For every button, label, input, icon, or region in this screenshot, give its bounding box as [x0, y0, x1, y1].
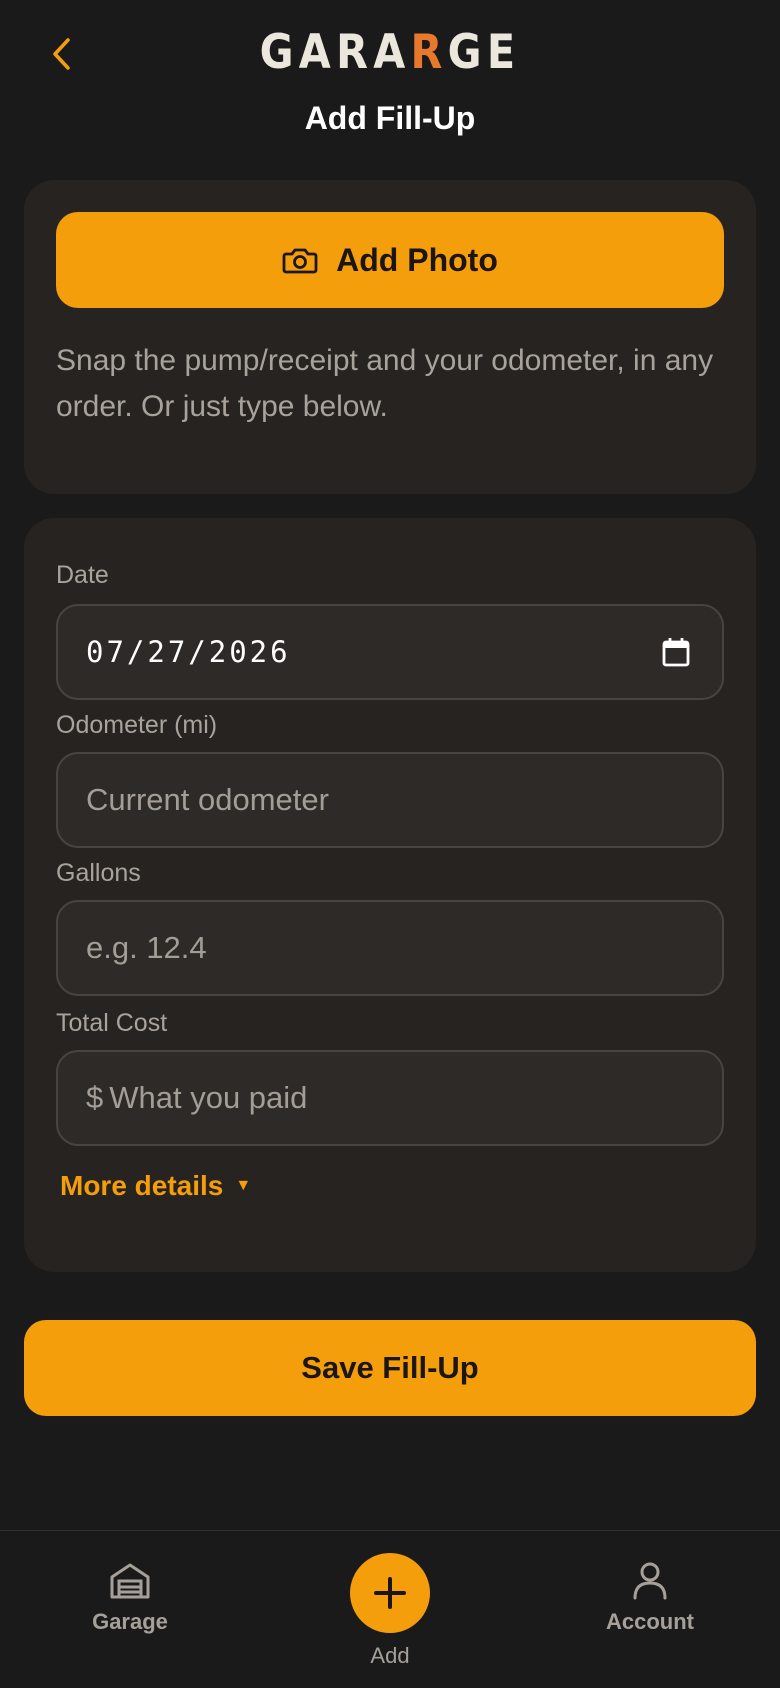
nav-label-garage: Garage: [92, 1609, 168, 1634]
header: GARARGE Add Fill-Up: [0, 0, 780, 160]
nav-label-account: Account: [606, 1609, 694, 1634]
gallons-input[interactable]: e.g. 12.4: [56, 900, 724, 996]
date-field[interactable]: 07/27/2026: [56, 604, 724, 700]
odometer-label: Odometer (mi): [56, 711, 218, 739]
user-icon: [633, 1562, 667, 1600]
more-details-toggle[interactable]: More details ▼: [60, 1170, 251, 1202]
more-details-label: More details: [60, 1170, 224, 1201]
add-button[interactable]: [350, 1553, 430, 1633]
caret-down-icon: ▼: [235, 1177, 252, 1194]
calendar-icon[interactable]: [660, 636, 692, 668]
bottom-nav: Garage Add Account: [0, 1530, 780, 1688]
date-label: Date: [56, 561, 109, 589]
odometer-placeholder: Current odometer: [86, 782, 329, 817]
garage-icon: [110, 1563, 150, 1599]
photo-card: Add Photo Snap the pump/receipt and your…: [24, 180, 756, 494]
add-fill-up-screen: GARARGE Add Fill-Up Add Photo Snap the p…: [0, 0, 780, 1688]
nav-item-account[interactable]: Account: [590, 1561, 710, 1635]
plus-icon: [374, 1577, 406, 1609]
app-logo: GARARGE: [47, 26, 733, 80]
photo-hint-text: Snap the pump/receipt and your odometer,…: [56, 344, 714, 423]
total-cost-placeholder: What you paid: [109, 1080, 308, 1115]
add-photo-button[interactable]: Add Photo: [56, 212, 724, 308]
logo-text-end: GE: [447, 25, 521, 80]
total-cost-label: Total Cost: [56, 1009, 168, 1037]
date-value: 07/27/2026: [86, 635, 291, 669]
nav-label-add: Add: [370, 1643, 410, 1668]
nav-item-garage[interactable]: Garage: [70, 1561, 190, 1635]
currency-prefix: $: [86, 1080, 104, 1115]
odometer-input[interactable]: Current odometer: [56, 752, 724, 848]
page-title: Add Fill-Up: [304, 100, 476, 136]
nav-item-add[interactable]: Add: [330, 1553, 450, 1669]
logo-text-accent: R: [410, 25, 448, 80]
camera-icon: [282, 245, 318, 275]
total-cost-input[interactable]: $ What you paid: [56, 1050, 724, 1146]
fill-up-form: Date 07/27/2026 Odometer (mi) Current od…: [24, 518, 756, 1272]
logo-text-start: GARA: [259, 25, 411, 80]
gallons-label: Gallons: [56, 859, 141, 887]
save-fill-up-label: Save Fill-Up: [301, 1350, 479, 1385]
gallons-placeholder: e.g. 12.4: [86, 930, 207, 965]
add-photo-label: Add Photo: [336, 241, 498, 278]
save-fill-up-button[interactable]: Save Fill-Up: [24, 1320, 756, 1416]
